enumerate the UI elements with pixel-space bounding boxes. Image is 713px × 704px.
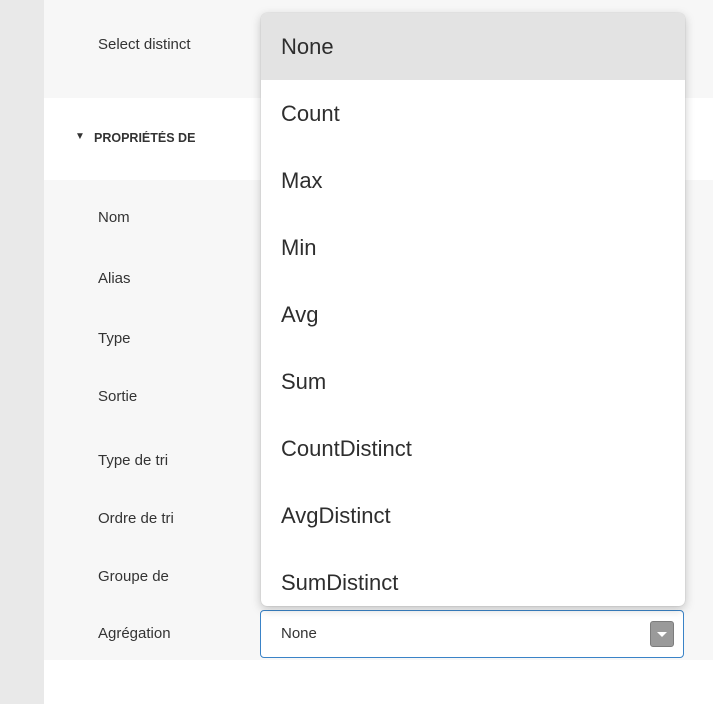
prop-label-ordre-de-tri: Ordre de tri xyxy=(98,510,174,527)
dropdown-option-max[interactable]: Max xyxy=(261,147,685,214)
collapse-arrow-icon[interactable]: ▼ xyxy=(75,131,85,142)
prop-label-groupe-de: Groupe de xyxy=(98,568,169,585)
dropdown-option-none[interactable]: None xyxy=(261,13,685,80)
prop-label-sortie: Sortie xyxy=(98,388,138,405)
dropdown-option-count[interactable]: Count xyxy=(261,80,685,147)
select-distinct-label: Select distinct xyxy=(98,36,191,53)
dropdown-option-avg[interactable]: Avg xyxy=(261,281,685,348)
dropdown-option-countdistinct[interactable]: CountDistinct xyxy=(261,415,685,482)
prop-label-alias: Alias xyxy=(98,270,131,287)
aggregation-select-value: None xyxy=(281,625,317,642)
dropdown-option-avgdistinct[interactable]: AvgDistinct xyxy=(261,482,685,549)
prop-label-type-de-tri: Type de tri xyxy=(98,452,169,469)
chevron-down-icon[interactable] xyxy=(650,621,674,647)
aggregation-select[interactable]: None xyxy=(260,610,684,658)
dropdown-option-sum[interactable]: Sum xyxy=(261,348,685,415)
prop-label-nom: Nom xyxy=(98,209,130,226)
prop-label-agregation: Agrégation xyxy=(98,625,171,642)
left-sidebar-strip xyxy=(0,0,44,704)
aggregation-dropdown-list: None Count Max Min Avg Sum CountDistinct… xyxy=(261,13,685,606)
section-title: PROPRIÉTÉS DE xyxy=(94,131,196,145)
dropdown-option-min[interactable]: Min xyxy=(261,214,685,281)
prop-label-type: Type xyxy=(98,330,131,347)
dropdown-option-sumdistinct[interactable]: SumDistinct xyxy=(261,549,685,606)
